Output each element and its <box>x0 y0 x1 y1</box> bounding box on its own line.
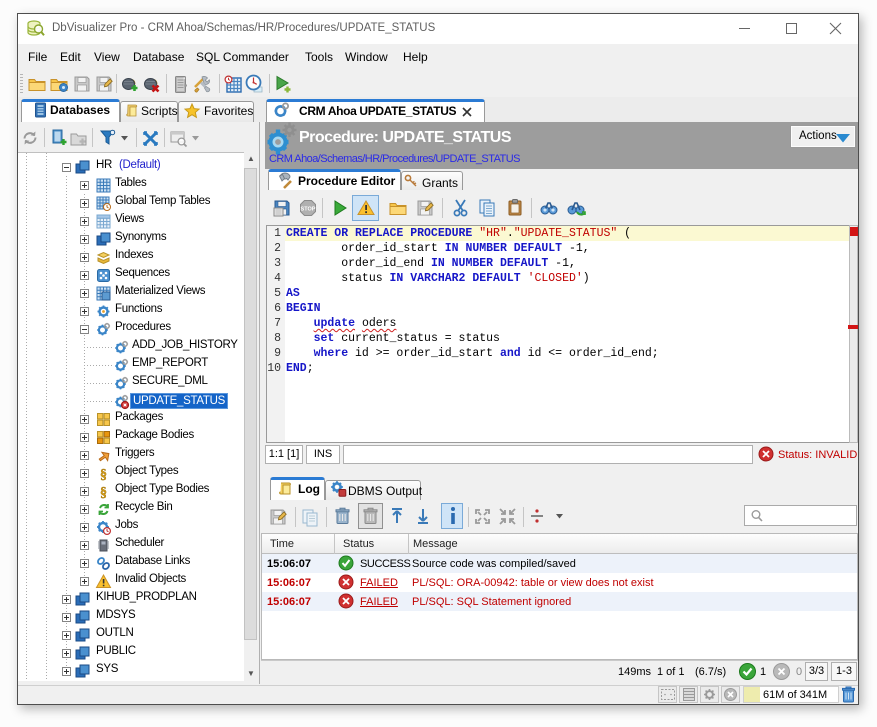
svg-text:STOP: STOP <box>301 207 316 213</box>
svg-text:§: § <box>100 468 107 483</box>
svg-text:§: § <box>100 486 107 501</box>
